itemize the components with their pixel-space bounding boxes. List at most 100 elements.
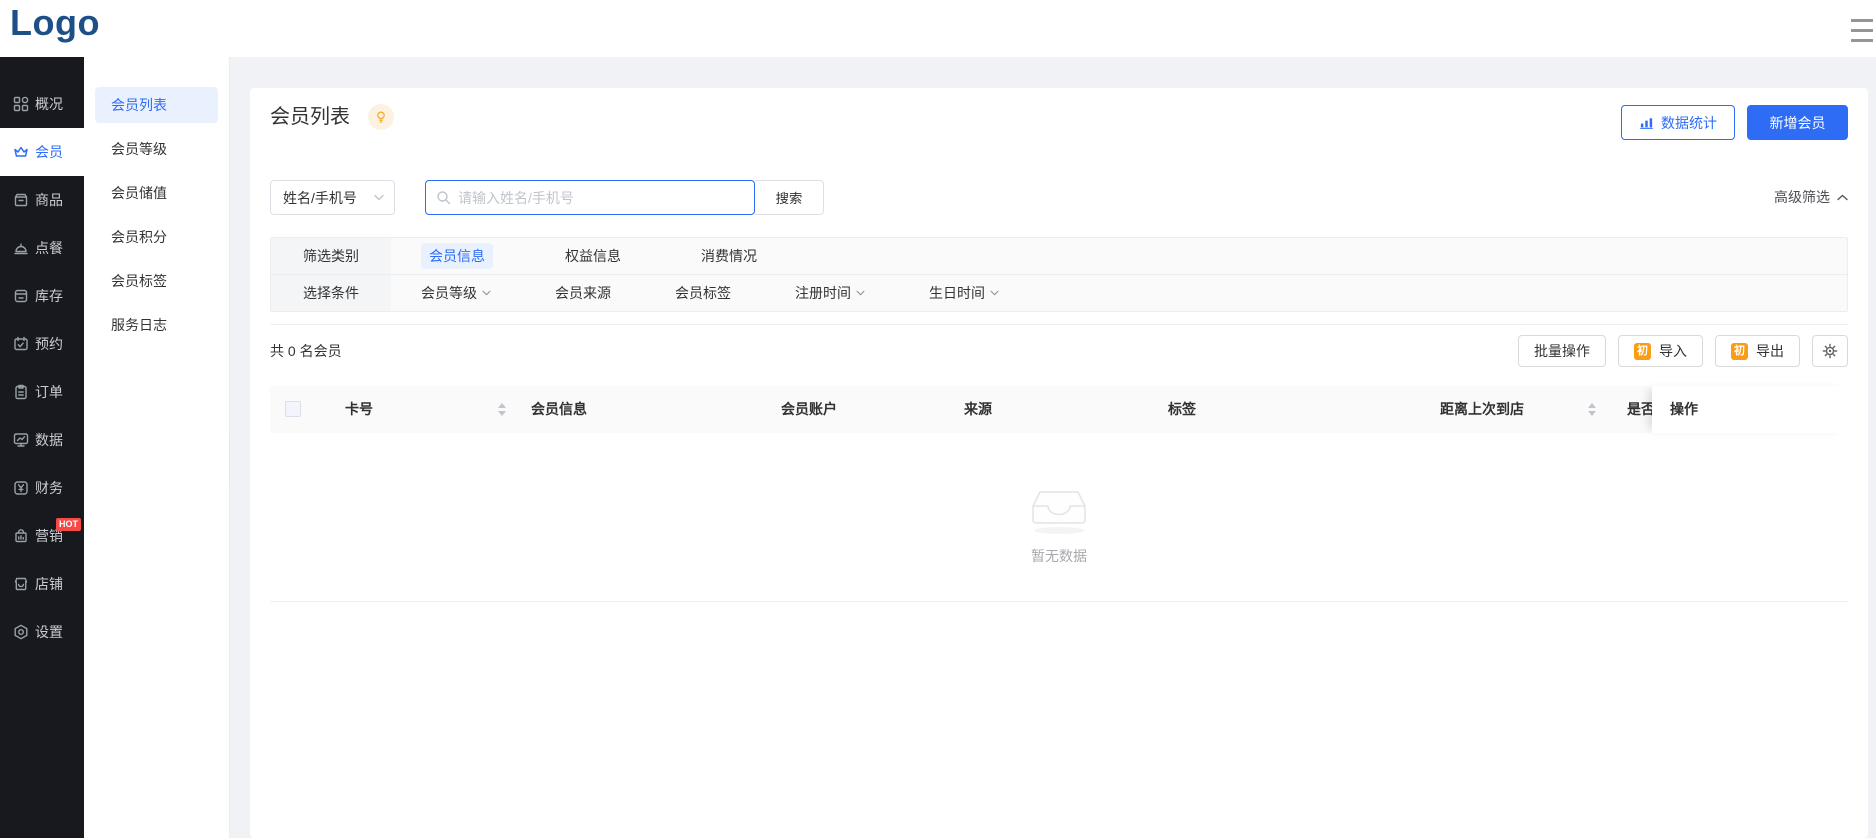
submenu-item-member-stored-value[interactable]: 会员储值: [95, 175, 218, 211]
search-button[interactable]: 搜索: [755, 180, 824, 215]
sidebar-item-data[interactable]: 数据: [0, 416, 84, 464]
filter-member-source[interactable]: 会员来源: [555, 283, 611, 303]
sidebar-item-label: 会员: [35, 142, 63, 162]
table-bottom-border: [270, 601, 1848, 602]
sidebar-item-goods[interactable]: 商品: [0, 176, 84, 224]
sidebar-item-overview[interactable]: 概况: [0, 80, 84, 128]
hot-badge: HOT: [56, 518, 81, 531]
table-toolbar: 批量操作 初 导入 初 导出: [1518, 335, 1848, 367]
search-input-wrapper: [425, 180, 755, 215]
chevron-down-icon: [374, 194, 384, 201]
column-last-visit: 距离上次到店: [1440, 386, 1524, 433]
sidebar-item-label: 财务: [35, 478, 63, 498]
import-button[interactable]: 初 导入: [1618, 335, 1703, 367]
filter-member-tag[interactable]: 会员标签: [675, 283, 731, 303]
empty-state: 暂无数据: [270, 485, 1848, 566]
member-count: 共 0 名会员: [270, 335, 342, 367]
chevron-down-icon: [482, 290, 491, 296]
hamburger-menu-icon[interactable]: [1851, 19, 1873, 42]
filter-register-time-dropdown[interactable]: 注册时间: [795, 283, 865, 303]
storefront-icon: [12, 575, 30, 593]
filter-tab-consumption[interactable]: 消费情况: [693, 243, 765, 269]
sort-icon[interactable]: [1588, 403, 1596, 416]
filter-condition-row: 选择条件 会员等级 会员来源 会员标签 注册时间: [271, 275, 1847, 311]
filter-category-label: 筛选类别: [271, 238, 391, 274]
sidebar-item-label: 预约: [35, 334, 63, 354]
batch-actions-button[interactable]: 批量操作: [1518, 335, 1606, 367]
clipboard-icon: [12, 383, 30, 401]
add-member-button[interactable]: 新增会员: [1747, 105, 1848, 140]
search-field-value: 姓名/手机号: [283, 188, 357, 208]
export-label: 导出: [1756, 341, 1784, 361]
export-button[interactable]: 初 导出: [1715, 335, 1800, 367]
sidebar-item-settings[interactable]: 设置: [0, 608, 84, 656]
search-field-select[interactable]: 姓名/手机号: [270, 180, 395, 215]
advanced-filter-toggle[interactable]: 高级筛选: [1774, 187, 1848, 207]
cloche-icon: [12, 239, 30, 257]
filter-birthday-time-dropdown[interactable]: 生日时间: [929, 283, 999, 303]
empty-inbox-icon: [1026, 485, 1092, 535]
beginner-badge: 初: [1731, 343, 1748, 360]
sidebar-item-shop[interactable]: 店铺: [0, 560, 84, 608]
sidebar-item-member[interactable]: 会员: [0, 128, 84, 176]
sidebar-item-label: 店铺: [35, 574, 63, 594]
chevron-down-icon: [856, 290, 865, 296]
submenu-item-service-log[interactable]: 服务日志: [95, 307, 218, 343]
sidebar-item-dining[interactable]: 点餐: [0, 224, 84, 272]
sidebar-item-orders[interactable]: 订单: [0, 368, 84, 416]
sidebar-item-marketing[interactable]: 营销 HOT: [0, 512, 84, 560]
column-truncated: 是否: [1627, 386, 1655, 433]
goods-box-icon: [12, 191, 30, 209]
calendar-check-icon: [12, 335, 30, 353]
submenu-item-member-level[interactable]: 会员等级: [95, 131, 218, 167]
sidebar-item-label: 商品: [35, 190, 63, 210]
bar-chart-icon: [1639, 115, 1654, 130]
section-divider: [270, 324, 1848, 325]
import-label: 导入: [1659, 341, 1687, 361]
chevron-down-icon: [990, 290, 999, 296]
sidebar-item-label: 概况: [35, 94, 63, 114]
submenu-item-member-tags[interactable]: 会员标签: [95, 263, 218, 299]
filter-condition-label: 选择条件: [271, 275, 391, 311]
advanced-filter-label: 高级筛选: [1774, 187, 1830, 207]
yuan-square-icon: [12, 479, 30, 497]
bag-chart-icon: [12, 527, 30, 545]
primary-sidebar: 概况 会员 商品 点餐 库存: [0, 57, 84, 838]
submenu-item-member-list[interactable]: 会员列表: [95, 87, 218, 123]
member-list-card: 会员列表 数据统计 新增会员 姓名/手机号 搜索: [250, 88, 1868, 838]
select-all-checkbox[interactable]: [285, 401, 301, 417]
beginner-badge: 初: [1634, 343, 1651, 360]
search-input[interactable]: [458, 190, 744, 206]
topbar: Logo: [0, 0, 1876, 57]
submenu-item-member-points[interactable]: 会员积分: [95, 219, 218, 255]
filter-tab-rights-info[interactable]: 权益信息: [557, 243, 629, 269]
secondary-sidebar: 会员列表 会员等级 会员储值 会员积分 会员标签 服务日志: [84, 57, 230, 838]
filter-tab-member-info[interactable]: 会员信息: [421, 243, 493, 269]
filter-member-level-dropdown[interactable]: 会员等级: [421, 283, 491, 303]
sidebar-item-finance[interactable]: 财务: [0, 464, 84, 512]
inventory-box-icon: [12, 287, 30, 305]
column-member-info: 会员信息: [531, 386, 587, 433]
data-statistics-label: 数据统计: [1661, 113, 1717, 133]
crown-icon: [12, 143, 30, 161]
filter-category-row: 筛选类别 会员信息 权益信息 消费情况: [271, 238, 1847, 275]
table-header-row: 卡号 会员信息 会员账户 来源 标签 距离上次到店 是否: [270, 386, 1848, 433]
sidebar-item-inventory[interactable]: 库存: [0, 272, 84, 320]
column-member-account: 会员账户: [781, 386, 837, 433]
dashboard-grid-icon: [12, 95, 30, 113]
column-source: 来源: [964, 386, 992, 433]
sort-icon[interactable]: [498, 403, 506, 416]
sidebar-item-label: 数据: [35, 430, 63, 450]
column-settings-button[interactable]: [1812, 335, 1848, 367]
column-card-number: 卡号: [345, 386, 373, 433]
sidebar-item-booking[interactable]: 预约: [0, 320, 84, 368]
data-statistics-button[interactable]: 数据统计: [1621, 105, 1735, 140]
app-screen: Logo 概况 会员 商品 点餐: [0, 0, 1876, 838]
sidebar-item-label: 设置: [35, 622, 63, 642]
add-member-label: 新增会员: [1770, 113, 1826, 133]
column-tags: 标签: [1168, 386, 1196, 433]
monitor-chart-icon: [12, 431, 30, 449]
filter-panel: 筛选类别 会员信息 权益信息 消费情况 选择条件 会员等级 会员来源: [270, 237, 1848, 312]
tip-lightbulb-icon[interactable]: [368, 104, 394, 130]
sidebar-item-label: 订单: [35, 382, 63, 402]
